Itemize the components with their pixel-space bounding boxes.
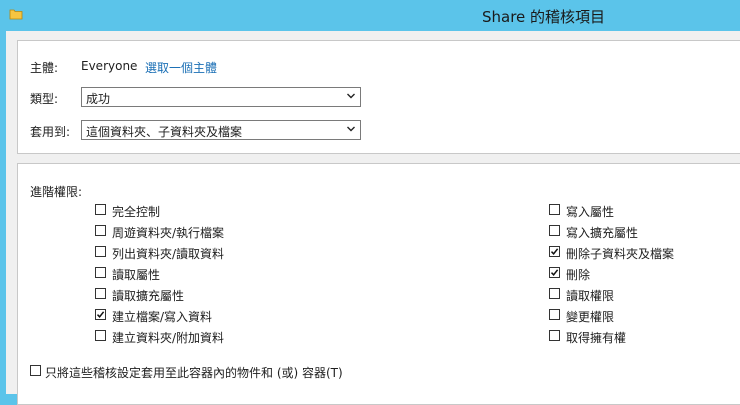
subject-label: 主體: <box>30 61 59 75</box>
permission-label: 列出資料夾/讀取資料 <box>112 247 225 261</box>
checkbox-box <box>95 288 106 299</box>
checkbox-box <box>95 246 106 257</box>
permission-label: 讀取屬性 <box>112 268 161 282</box>
checkbox-box <box>549 225 560 236</box>
dialog-body: 主體: Everyone 選取一個主體 類型: 成功 套用到: 這個資料夾、子資… <box>6 31 740 405</box>
advanced-permissions-label: 進階權限: <box>30 185 83 199</box>
chevron-down-icon <box>347 126 355 132</box>
checkmark-icon <box>550 269 559 276</box>
applies-to-selected: 這個資料夾、子資料夾及檔案 <box>86 125 243 139</box>
principal-panel: 主體: Everyone 選取一個主體 類型: 成功 套用到: 這個資料夾、子資… <box>17 40 740 154</box>
chevron-down-icon <box>347 93 355 99</box>
folder-icon <box>9 9 23 20</box>
checkbox-box <box>549 204 560 215</box>
select-principal-link[interactable]: 選取一個主體 <box>145 59 217 76</box>
permission-label: 寫入擴充屬性 <box>566 226 639 240</box>
checkbox-box <box>549 246 560 257</box>
permission-label: 變更權限 <box>566 310 615 324</box>
permission-label: 建立檔案/寫入資料 <box>112 310 213 324</box>
checkbox-box <box>95 225 106 236</box>
checkbox-box <box>549 309 560 320</box>
checkbox-box <box>95 267 106 278</box>
checkbox-box <box>95 204 106 215</box>
checkbox-box <box>549 267 560 278</box>
subject-value: Everyone <box>81 59 138 73</box>
type-label: 類型: <box>30 92 59 106</box>
permission-label: 讀取擴充屬性 <box>112 289 185 303</box>
checkbox-box <box>549 288 560 299</box>
checkmark-icon <box>96 311 105 318</box>
permission-label: 完全控制 <box>112 205 161 219</box>
title-bar: Share 的稽核項目 <box>0 0 740 31</box>
apply-only-label: 只將這些稽核設定套用至此容器內的物件和 (或) 容器(T) <box>45 366 343 380</box>
type-select[interactable]: 成功 <box>81 87 361 107</box>
checkbox-box <box>95 330 106 341</box>
checkbox-box <box>30 365 41 376</box>
checkmark-icon <box>550 248 559 255</box>
checkbox-box <box>549 330 560 341</box>
permission-label: 周遊資料夾/執行檔案 <box>112 226 225 240</box>
permission-label: 刪除 <box>566 268 591 282</box>
applies-to-label: 套用到: <box>30 125 71 139</box>
checkbox-box <box>95 309 106 320</box>
permission-label: 建立資料夾/附加資料 <box>112 331 225 345</box>
permission-label: 刪除子資料夾及檔案 <box>566 247 675 261</box>
window-title: Share 的稽核項目 <box>482 8 606 26</box>
permission-label: 寫入屬性 <box>566 205 615 219</box>
permission-label: 取得擁有權 <box>566 331 627 345</box>
applies-to-select[interactable]: 這個資料夾、子資料夾及檔案 <box>81 120 361 140</box>
permission-label: 讀取權限 <box>566 289 615 303</box>
type-selected: 成功 <box>86 92 111 106</box>
permissions-panel: 進階權限: 完全控制周遊資料夾/執行檔案 列出資料夾/讀取資料 讀取屬性讀取擴充屬性… <box>17 163 740 405</box>
